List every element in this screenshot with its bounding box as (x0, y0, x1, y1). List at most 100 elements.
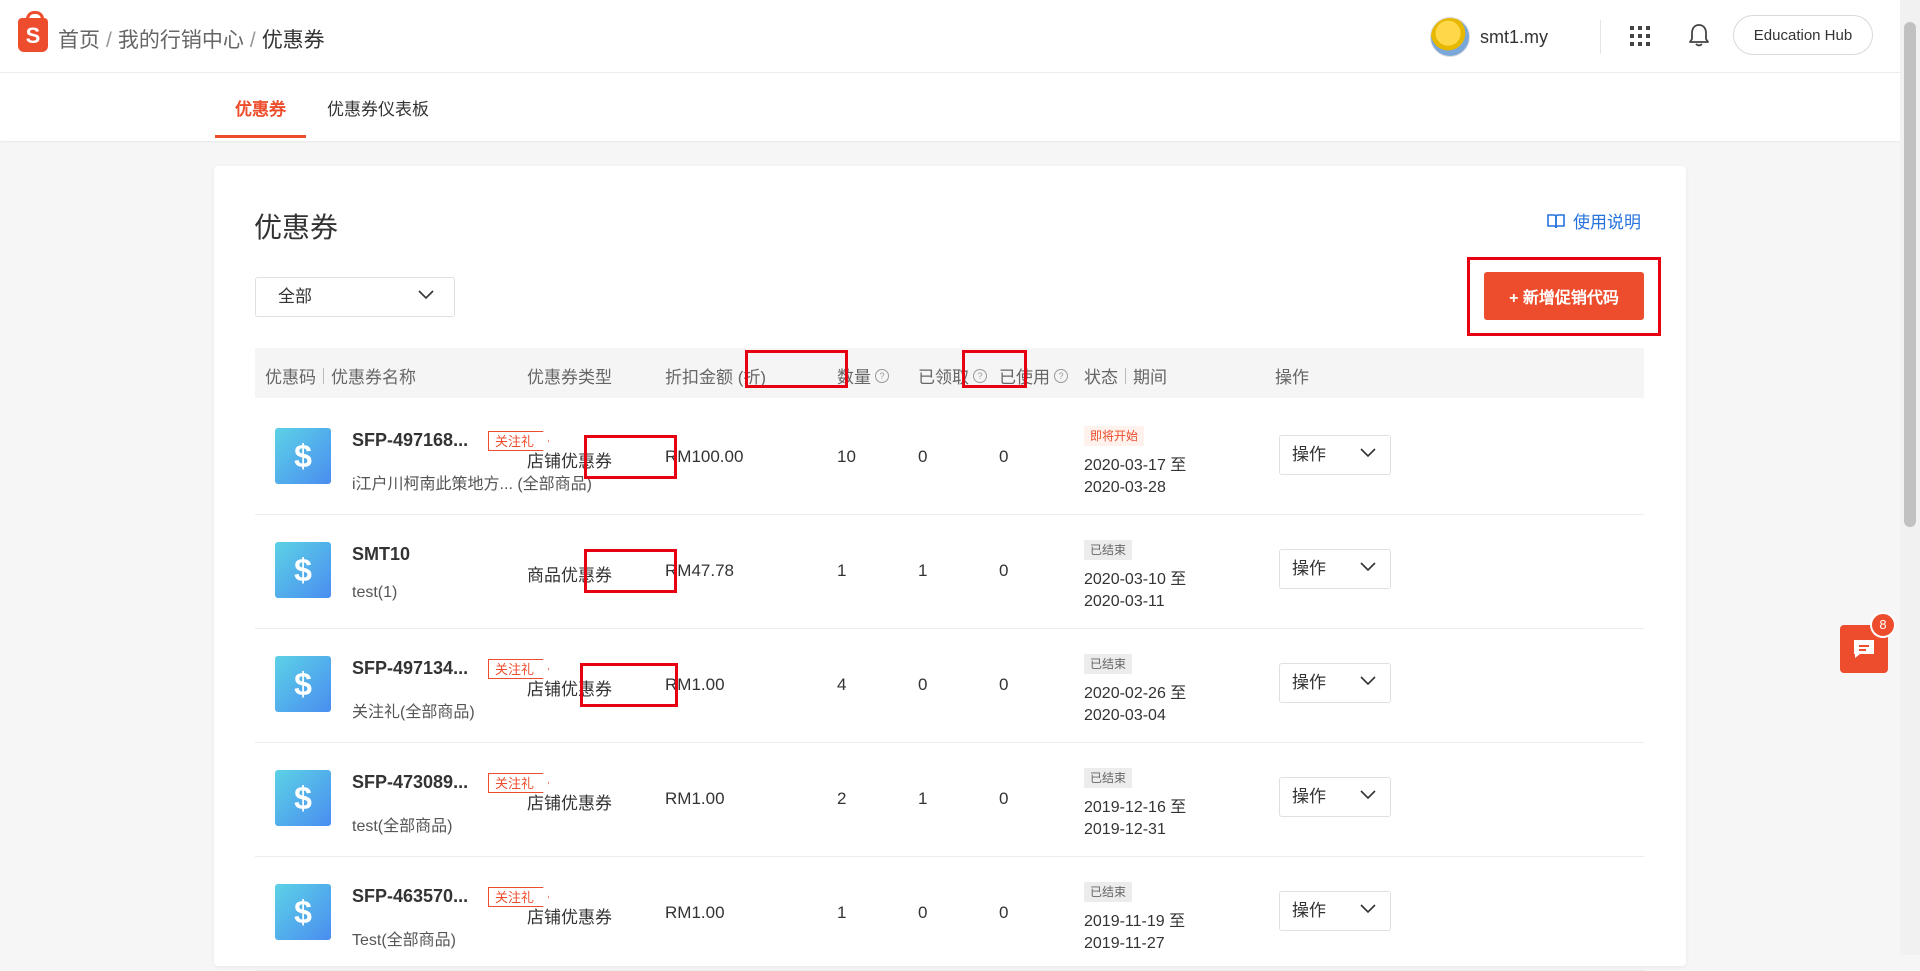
chevron-down-icon (1360, 790, 1376, 800)
period-end: 2019-12-31 (1084, 821, 1166, 838)
user-menu[interactable]: smt1.my (1430, 17, 1548, 57)
avatar[interactable] (1430, 17, 1470, 57)
actions-dropdown[interactable]: 操作 (1279, 435, 1391, 475)
chevron-down-icon (1360, 448, 1376, 458)
chevron-down-icon (1360, 562, 1376, 572)
discount-amount: RM1.00 (665, 903, 725, 922)
highlight-box-type-row1 (584, 435, 677, 479)
quantity: 1 (837, 561, 847, 580)
actions-label: 操作 (1292, 901, 1326, 920)
quantity: 10 (837, 447, 856, 466)
claimed: 1 (918, 789, 928, 808)
vouchers-card: 优惠券 使用说明 全部 + 新增促销代码 优惠码 优惠券名称 优惠券类型 折扣金额… (214, 166, 1686, 971)
used: 0 (999, 675, 1009, 694)
table-row: $ SFP-463570... 关注礼 Test(全部商品) 店铺优惠券 RM1… (255, 856, 1644, 971)
tab-vouchers[interactable]: 优惠券 (215, 95, 306, 138)
chat-unread-badge: 8 (1870, 612, 1896, 638)
period-start: 2019-11-19 至 (1084, 913, 1186, 930)
period-end: 2020-03-28 (1084, 479, 1166, 496)
period-start: 2020-03-17 至 (1084, 457, 1187, 474)
highlight-box-discount-header (745, 350, 848, 388)
column-period: 期间 (1133, 368, 1167, 387)
actions-dropdown[interactable]: 操作 (1279, 891, 1391, 931)
breadcrumb-current: 优惠券 (261, 29, 325, 52)
voucher-name: test(全部商品) (352, 818, 453, 835)
column-actions: 操作 (1275, 368, 1309, 387)
highlight-box-type-row2 (584, 549, 677, 593)
breadcrumb-separator: / (106, 29, 112, 52)
used: 0 (999, 561, 1009, 580)
actions-label: 操作 (1292, 787, 1326, 806)
claimed: 0 (918, 675, 928, 694)
voucher-code[interactable]: SFP-473089... (352, 772, 468, 793)
bell-icon[interactable] (1688, 22, 1710, 48)
tab-voucher-dashboard[interactable]: 优惠券仪表板 (327, 95, 429, 120)
highlight-box-add-button (1467, 257, 1661, 336)
status-badge: 已结束 (1084, 768, 1133, 788)
page-title: 优惠券 (254, 212, 339, 243)
education-hub-button[interactable]: Education Hub (1733, 15, 1873, 55)
actions-label: 操作 (1292, 445, 1326, 464)
claimed: 0 (918, 447, 928, 466)
period: 2019-11-19 至 2019-11-27 (1084, 911, 1185, 955)
quantity: 1 (837, 903, 847, 922)
voucher-name: i江户川柯南此策地方... (全部商品) (352, 476, 592, 493)
period-end: 2020-03-04 (1084, 707, 1166, 724)
help-icon[interactable]: ? (875, 368, 889, 383)
period-end: 2019-11-27 (1084, 935, 1165, 952)
voucher-name: test(1) (352, 584, 398, 601)
top-bar: S 首页 / 我的行销中心 / 优惠券 smt1.my Education Hub (0, 0, 1900, 73)
user-guide-link[interactable]: 使用说明 (1547, 208, 1641, 233)
actions-label: 操作 (1292, 673, 1326, 692)
period-start: 2019-12-16 至 (1084, 799, 1187, 816)
highlight-box-type-row3 (580, 663, 678, 707)
status-badge: 已结束 (1084, 540, 1133, 560)
quantity: 4 (837, 675, 847, 694)
breadcrumb-home[interactable]: 首页 (58, 29, 100, 52)
column-status-period: 状态 期间 (1084, 363, 1167, 388)
table-row: $ SFP-473089... 关注礼 test(全部商品) 店铺优惠券 RM1… (255, 742, 1644, 857)
period: 2020-03-10 至 2020-03-11 (1084, 569, 1186, 613)
table-header: 优惠码 优惠券名称 优惠券类型 折扣金额 (折) 数量? 已领取? 已使用? 状态… (255, 348, 1644, 398)
voucher-name: Test(全部商品) (352, 932, 457, 949)
voucher-filter-select[interactable]: 全部 (255, 277, 455, 317)
voucher-code[interactable]: SFP-497134... (352, 658, 468, 679)
column-code-name: 优惠码 优惠券名称 (265, 363, 416, 388)
actions-dropdown[interactable]: 操作 (1279, 549, 1391, 589)
dollar-icon: $ (275, 428, 331, 484)
header-divider (1600, 20, 1601, 54)
period-end: 2020-03-11 (1084, 593, 1165, 610)
tabs-bar: 优惠券 优惠券仪表板 (0, 73, 1900, 141)
dollar-icon: $ (275, 884, 331, 940)
apps-grid-icon[interactable] (1630, 26, 1650, 46)
highlight-box-quantity-header (962, 350, 1027, 388)
chevron-down-icon (1360, 676, 1376, 686)
period: 2019-12-16 至 2019-12-31 (1084, 797, 1186, 841)
voucher-code[interactable]: SFP-497168... (352, 430, 468, 451)
column-code: 优惠码 (265, 368, 316, 387)
book-icon (1547, 213, 1565, 228)
voucher-type: 店铺优惠券 (527, 908, 612, 927)
voucher-type: 店铺优惠券 (527, 794, 612, 813)
dollar-icon: $ (275, 770, 331, 826)
used: 0 (999, 447, 1009, 466)
table-row: $ SFP-497168... 关注礼 i江户川柯南此策地方... (全部商品)… (255, 400, 1644, 515)
period: 2020-02-26 至 2020-03-04 (1084, 683, 1186, 727)
used: 0 (999, 903, 1009, 922)
actions-dropdown[interactable]: 操作 (1279, 777, 1391, 817)
column-name: 优惠券名称 (331, 368, 416, 387)
voucher-code[interactable]: SMT10 (352, 544, 410, 565)
page-scrollbar-thumb[interactable] (1904, 22, 1916, 527)
chevron-down-icon (418, 290, 434, 300)
voucher-code[interactable]: SFP-463570... (352, 886, 468, 907)
column-type: 优惠券类型 (527, 368, 612, 387)
filter-value: 全部 (278, 287, 312, 306)
breadcrumb-marketing-centre[interactable]: 我的行销中心 (118, 29, 244, 52)
status-badge: 已结束 (1084, 654, 1133, 674)
shopee-logo[interactable]: S (18, 11, 48, 52)
table-row: $ SFP-497134... 关注礼 关注礼(全部商品) 店铺优惠券 RM1.… (255, 628, 1644, 743)
help-icon[interactable]: ? (1054, 368, 1068, 383)
chevron-down-icon (1360, 904, 1376, 914)
actions-dropdown[interactable]: 操作 (1279, 663, 1391, 703)
breadcrumb-separator: / (249, 29, 256, 52)
